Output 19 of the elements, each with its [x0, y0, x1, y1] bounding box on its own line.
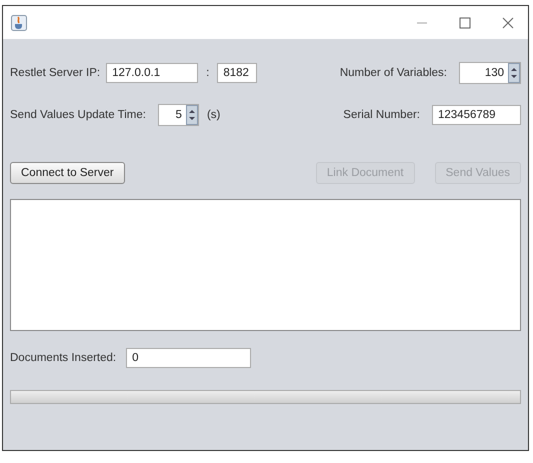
port-field[interactable]: 8182 — [217, 63, 258, 83]
update-time-label: Send Values Update Time: — [10, 109, 146, 121]
connect-button[interactable]: Connect to Server — [10, 162, 125, 184]
variables-label: Number of Variables: — [340, 67, 447, 79]
server-ip-label: Restlet Server IP: — [10, 67, 100, 79]
separator-label: : — [206, 67, 210, 79]
maximize-icon[interactable] — [459, 16, 471, 28]
update-time-spinner[interactable]: 5 — [158, 104, 199, 126]
spinner-arrows-icon[interactable] — [186, 105, 198, 125]
variables-spinner[interactable]: 130 — [459, 62, 521, 84]
unit-label: (s) — [206, 109, 220, 121]
server-ip-field[interactable]: 127.0.0.1 — [106, 63, 198, 83]
serial-number-label: Serial Number: — [343, 109, 420, 121]
spinner-arrows-icon[interactable] — [508, 63, 520, 83]
java-cup-icon — [11, 14, 27, 30]
serial-number-field[interactable]: 123456789 — [432, 105, 521, 125]
documents-inserted-label: Documents Inserted: — [10, 352, 116, 364]
documents-inserted-field[interactable]: 0 — [126, 348, 252, 368]
close-icon[interactable] — [502, 16, 514, 28]
